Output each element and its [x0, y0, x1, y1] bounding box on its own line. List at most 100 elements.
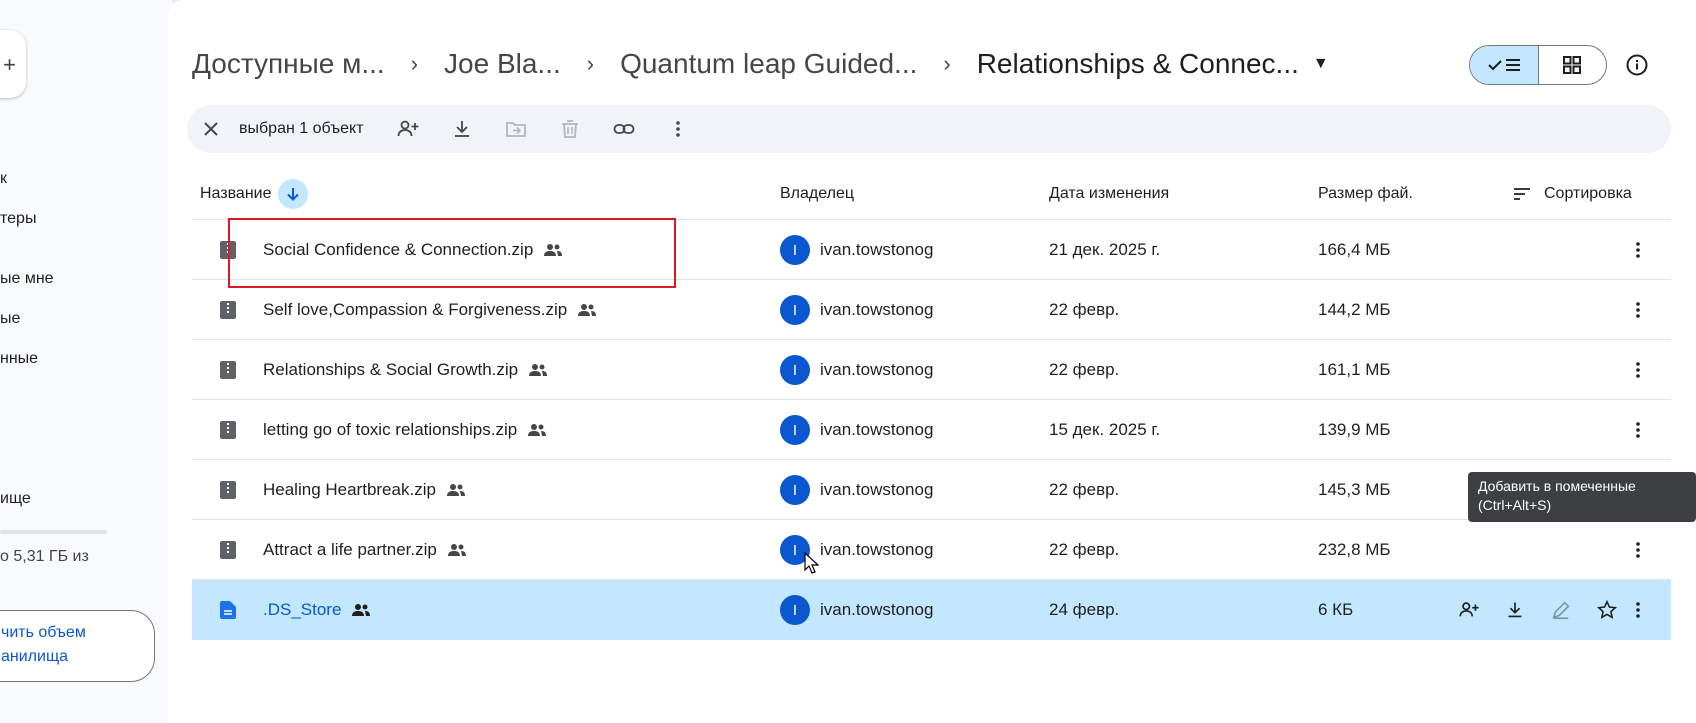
move-button[interactable] [504, 117, 528, 141]
shared-people-icon [351, 602, 371, 618]
avatar: I [780, 415, 810, 445]
zip-file-icon [220, 361, 236, 379]
caret-down-icon[interactable]: ▼ [1313, 55, 1329, 73]
tooltip: Добавить в помеченные (Ctrl+Alt+S) [1468, 472, 1696, 522]
breadcrumb-item-shared[interactable]: Доступные м... [192, 48, 385, 80]
table-row[interactable]: Healing Heartbreak.zip I ivan.towstonog … [192, 460, 1671, 520]
column-name-label: Название [200, 185, 272, 202]
sidebar-item[interactable]: ые [0, 310, 20, 328]
storage-bar [0, 530, 107, 534]
file-name: Relationships & Social Growth.zip [263, 360, 519, 379]
column-header-size[interactable]: Размер фай. [1318, 168, 1413, 220]
table-row[interactable]: Relationships & Social Growth.zip I ivan… [192, 340, 1671, 400]
avatar: I [780, 235, 810, 265]
storage-text: о 5,31 ГБ из [0, 548, 89, 565]
copy-link-button[interactable] [612, 117, 636, 141]
tooltip-line-2: (Ctrl+Alt+S) [1478, 497, 1552, 513]
more-vert-icon [675, 121, 680, 137]
modified-date: 22 февр. [1049, 480, 1120, 499]
row-more-button[interactable] [1626, 580, 1650, 640]
new-button[interactable]: + [0, 30, 26, 98]
owner-name: ivan.towstonog [820, 420, 934, 439]
file-name: Self love,Compassion & Forgiveness.zip [263, 300, 568, 319]
file-name: .DS_Store [263, 600, 342, 619]
column-header-name[interactable]: Название [200, 168, 308, 220]
modified-date: 22 февр. [1049, 300, 1120, 319]
row-share-button[interactable] [1446, 599, 1492, 621]
close-icon [204, 122, 218, 136]
zip-file-icon [220, 481, 236, 499]
row-more-button[interactable] [1626, 220, 1650, 280]
file-size: 144,2 МБ [1318, 300, 1391, 319]
sidebar-item[interactable]: к [0, 170, 7, 188]
zip-file-icon [220, 301, 236, 319]
column-header-owner[interactable]: Владелец [780, 168, 854, 220]
download-button[interactable] [450, 117, 474, 141]
more-vert-icon [1636, 362, 1640, 378]
sidebar-item-storage[interactable]: ище [0, 490, 31, 508]
more-vert-icon [1636, 542, 1640, 558]
download-icon [454, 121, 469, 137]
file-size: 166,4 МБ [1318, 240, 1391, 259]
row-rename-button[interactable] [1538, 599, 1584, 621]
table-row[interactable]: letting go of toxic relationships.zip I … [192, 400, 1671, 460]
avatar: I [780, 595, 810, 625]
table-header: Название Владелец Дата изменения Размер … [192, 168, 1671, 220]
row-download-button[interactable] [1492, 599, 1538, 621]
sidebar-item[interactable]: нные [0, 350, 38, 368]
breadcrumb-item-joe[interactable]: Joe Bla... [444, 48, 561, 80]
sort-direction-button[interactable] [277, 179, 308, 209]
star-icon [1596, 599, 1618, 619]
sidebar-item[interactable]: теры [0, 210, 36, 228]
modified-date: 22 февр. [1049, 360, 1120, 379]
avatar: I [780, 295, 810, 325]
delete-button[interactable] [558, 117, 582, 141]
link-icon [613, 124, 634, 134]
breadcrumb-item-quantum[interactable]: Quantum leap Guided... [620, 48, 917, 80]
shared-people-icon [577, 302, 597, 318]
table-row[interactable]: Attract a life partner.zip I ivan.towsto… [192, 520, 1671, 580]
chevron-right-icon: › [410, 51, 419, 76]
more-vert-icon [1636, 602, 1640, 618]
owner-name: ivan.towstonog [820, 600, 934, 619]
shared-people-icon [447, 542, 467, 558]
sidebar-item-shared[interactable]: ые мне [0, 270, 54, 288]
info-button[interactable] [1622, 50, 1652, 80]
table-row-selected[interactable]: .DS_Store I ivan.towstonog 24 февр. 6 КБ [192, 580, 1671, 640]
shared-people-icon [446, 482, 466, 498]
upgrade-storage-button[interactable]: чить объем анилища [0, 610, 155, 682]
grid-view-button[interactable] [1539, 46, 1607, 84]
column-header-date[interactable]: Дата изменения [1049, 168, 1169, 220]
owner-name: ivan.towstonog [820, 480, 934, 499]
zip-file-icon [220, 541, 236, 559]
owner-name: ivan.towstonog [820, 360, 934, 379]
grid-view-icon [1563, 56, 1582, 74]
share-button[interactable] [396, 117, 420, 141]
avatar: I [780, 355, 810, 385]
file-name: letting go of toxic relationships.zip [263, 420, 518, 439]
row-more-button[interactable] [1626, 520, 1650, 580]
owner-name: ivan.towstonog [820, 540, 934, 559]
clear-selection-button[interactable] [199, 117, 223, 141]
row-more-button[interactable] [1626, 280, 1650, 340]
sort-icon [1514, 188, 1530, 200]
owner-name: ivan.towstonog [820, 300, 934, 319]
chevron-right-icon: › [586, 51, 595, 76]
more-actions-button[interactable] [666, 117, 690, 141]
list-view-button[interactable] [1470, 46, 1539, 84]
table-row[interactable]: Self love,Compassion & Forgiveness.zip I… [192, 280, 1671, 340]
row-more-button[interactable] [1626, 340, 1650, 400]
upgrade-label-1: чить объем [1, 624, 86, 641]
file-size: 139,9 МБ [1318, 420, 1391, 439]
selection-count: выбран 1 объект [239, 120, 364, 137]
row-star-button[interactable] [1584, 599, 1630, 621]
tooltip-line-1: Добавить в помеченные [1478, 478, 1636, 494]
shared-people-icon [528, 362, 548, 378]
trash-icon [561, 120, 578, 138]
sort-options-button[interactable]: Сортировка [1512, 168, 1632, 220]
chevron-right-icon: › [943, 51, 951, 76]
file-size: 232,8 МБ [1318, 540, 1391, 559]
document-icon [220, 601, 236, 619]
breadcrumb-item-current[interactable]: Relationships & Connec... [977, 48, 1299, 80]
row-more-button[interactable] [1626, 400, 1650, 460]
